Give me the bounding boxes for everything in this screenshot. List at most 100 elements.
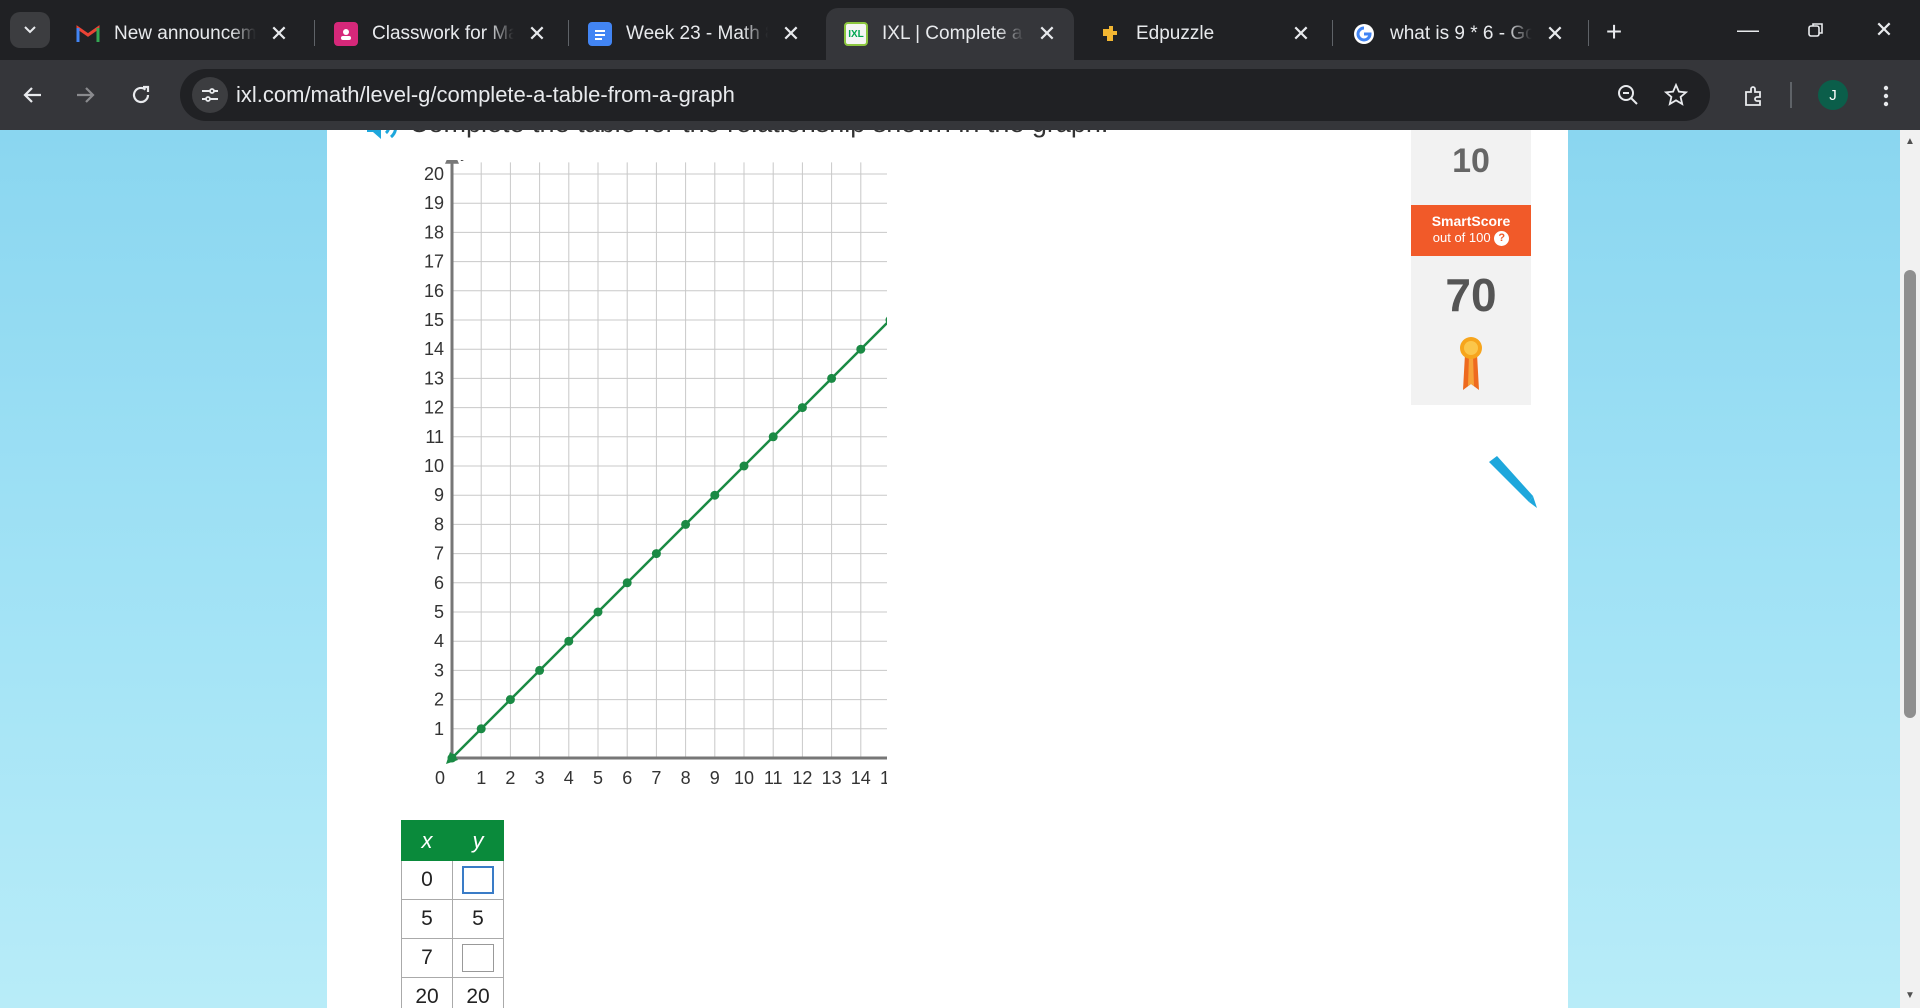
tab-edpuzzle[interactable]: Edpuzzle ✕ bbox=[1080, 8, 1328, 60]
close-icon[interactable]: ✕ bbox=[1034, 21, 1060, 47]
tab-title: what is 9 * 6 - Google Search bbox=[1390, 23, 1532, 44]
gmail-icon bbox=[76, 22, 100, 46]
data-point bbox=[593, 607, 603, 617]
x-tick-label: 10 bbox=[734, 768, 754, 788]
tab-title: Week 23 - Math 8 bbox=[626, 23, 768, 44]
x-tick-label: 14 bbox=[851, 768, 871, 788]
smartscore-header: SmartScore out of 100 ? bbox=[1411, 205, 1531, 256]
browser-toolbar: ixl.com/math/level-g/complete-a-table-fr… bbox=[0, 60, 1920, 130]
back-button[interactable] bbox=[14, 76, 52, 114]
pencil-icon[interactable] bbox=[1483, 452, 1543, 512]
y-tick-label: 19 bbox=[424, 193, 444, 213]
help-icon[interactable]: ? bbox=[1494, 231, 1510, 247]
y-tick-label: 9 bbox=[434, 485, 444, 505]
forward-button[interactable] bbox=[66, 76, 104, 114]
table-row: 20 20 bbox=[401, 977, 504, 1008]
close-icon: ✕ bbox=[1874, 17, 1894, 42]
data-point bbox=[535, 665, 545, 675]
close-icon[interactable]: ✕ bbox=[266, 21, 292, 47]
smartscore-value: 70 bbox=[1445, 269, 1497, 321]
x-tick-label: 15 bbox=[880, 768, 887, 788]
tab-title: New announcement bbox=[114, 23, 256, 44]
y-tick-label: 15 bbox=[424, 310, 444, 330]
tab-strip: New announcement ✕ Classwork for Math ✕ … bbox=[0, 0, 1920, 60]
restore-button[interactable] bbox=[1786, 10, 1846, 50]
score-panel: 10 SmartScore out of 100 ? 70 bbox=[1411, 130, 1531, 405]
smartscore-sub-text: out of 100 bbox=[1432, 230, 1491, 245]
tune-icon bbox=[202, 88, 218, 102]
speaker-icon[interactable] bbox=[365, 130, 399, 142]
tab-docs[interactable]: Week 23 - Math 8 ✕ bbox=[570, 8, 818, 60]
table-row: 5 5 bbox=[401, 899, 504, 939]
tab-ixl[interactable]: IXL IXL | Complete a table ✕ bbox=[826, 8, 1074, 60]
y-tick-label: 18 bbox=[424, 222, 444, 242]
url-text[interactable]: ixl.com/math/level-g/complete-a-table-fr… bbox=[236, 82, 735, 108]
close-icon[interactable]: ✕ bbox=[1288, 21, 1314, 47]
tab-classroom[interactable]: Classwork for Math ✕ bbox=[316, 8, 564, 60]
x-tick-label: 4 bbox=[564, 768, 574, 788]
ribbon-award-icon bbox=[1460, 337, 1482, 390]
y-axis-arrow bbox=[445, 160, 459, 164]
reload-icon bbox=[132, 85, 150, 104]
answer-input-row-3[interactable] bbox=[462, 944, 494, 972]
data-point bbox=[710, 490, 720, 500]
answer-input-row-1[interactable] bbox=[462, 866, 494, 894]
x-tick-label: 3 bbox=[535, 768, 545, 788]
coordinate-graph: 0123456789101112131415161718192012345678… bbox=[387, 160, 887, 800]
restore-icon bbox=[1808, 23, 1823, 37]
edpuzzle-icon bbox=[1098, 22, 1122, 46]
tab-gmail[interactable]: New announcement ✕ bbox=[58, 8, 306, 60]
table-cell-y: 20 bbox=[452, 977, 504, 1008]
data-point bbox=[476, 724, 486, 734]
y-tick-label: 1 bbox=[434, 719, 444, 739]
graph-svg: 0123456789101112131415161718192012345678… bbox=[424, 160, 887, 788]
plus-icon: + bbox=[1605, 16, 1623, 47]
table-cell-x: 0 bbox=[401, 860, 453, 900]
extensions-button[interactable] bbox=[1736, 78, 1772, 114]
table-row: 7 bbox=[401, 938, 504, 978]
y-tick-label: 12 bbox=[424, 398, 444, 418]
y-tick-label: 2 bbox=[434, 690, 444, 710]
zoom-button[interactable] bbox=[1614, 81, 1642, 109]
tab-separator bbox=[568, 20, 569, 46]
x-tick-label: 0 bbox=[435, 768, 445, 788]
tab-search-button[interactable] bbox=[10, 12, 50, 48]
y-tick-label: 8 bbox=[434, 514, 444, 534]
x-tick-label: 11 bbox=[764, 768, 783, 788]
y-tick-label: 4 bbox=[434, 631, 444, 651]
menu-button[interactable] bbox=[1868, 78, 1904, 114]
chevron-down-icon bbox=[24, 26, 36, 34]
page-scrollbar[interactable]: ▲ ▼ bbox=[1900, 130, 1920, 1008]
table-header-y: y bbox=[452, 820, 504, 861]
x-tick-label: 12 bbox=[792, 768, 812, 788]
data-point bbox=[856, 344, 866, 354]
close-icon[interactable]: ✕ bbox=[524, 21, 550, 47]
close-window-button[interactable]: ✕ bbox=[1854, 10, 1914, 50]
table-cell-y bbox=[452, 938, 504, 978]
tab-title: Edpuzzle bbox=[1136, 23, 1215, 44]
bookmark-button[interactable] bbox=[1662, 81, 1690, 109]
smartscore-label: SmartScore bbox=[1431, 213, 1511, 229]
new-tab-button[interactable]: + bbox=[1596, 14, 1632, 50]
table-cell-x: 20 bbox=[401, 977, 453, 1008]
close-icon[interactable]: ✕ bbox=[1542, 21, 1568, 47]
table-cell-x: 7 bbox=[401, 938, 453, 978]
scroll-down-icon[interactable]: ▼ bbox=[1904, 990, 1916, 1002]
data-point bbox=[681, 519, 691, 529]
tab-title: IXL | Complete a table bbox=[882, 23, 1024, 44]
scroll-up-icon[interactable]: ▲ bbox=[1904, 136, 1916, 148]
tab-google[interactable]: what is 9 * 6 - Google Search ✕ bbox=[1334, 8, 1582, 60]
site-info-button[interactable] bbox=[192, 77, 228, 113]
y-tick-label: 3 bbox=[434, 660, 444, 680]
address-bar[interactable]: ixl.com/math/level-g/complete-a-table-fr… bbox=[180, 69, 1710, 121]
profile-avatar[interactable]: J bbox=[1818, 80, 1848, 110]
y-tick-label: 5 bbox=[434, 602, 444, 622]
minimize-button[interactable]: — bbox=[1718, 10, 1778, 50]
scroll-thumb[interactable] bbox=[1904, 270, 1916, 718]
reload-button[interactable] bbox=[122, 76, 160, 114]
close-icon[interactable]: ✕ bbox=[778, 21, 804, 47]
table-cell-x: 5 bbox=[401, 899, 453, 939]
star-icon bbox=[1664, 83, 1688, 106]
questions-answered: 10 bbox=[1452, 142, 1490, 180]
y-tick-label: 6 bbox=[434, 573, 444, 593]
